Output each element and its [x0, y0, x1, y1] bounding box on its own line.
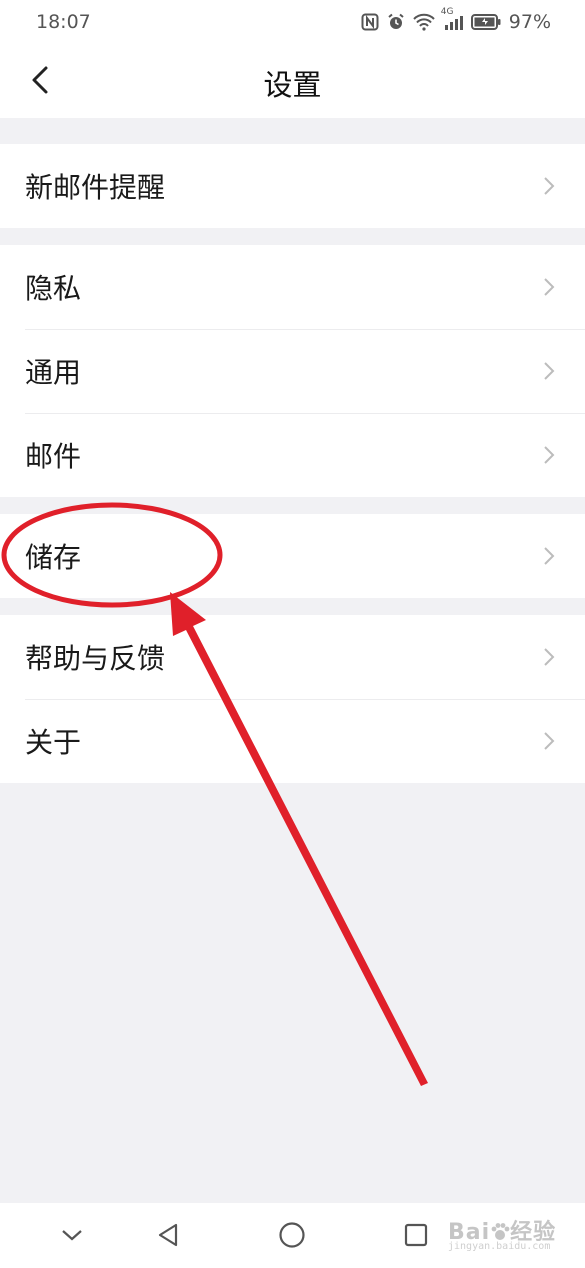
settings-group-general: 隐私 通用 邮件 — [0, 245, 585, 497]
collapse-button[interactable] — [52, 1215, 92, 1255]
settings-item-new-mail-alert[interactable]: 新邮件提醒 — [0, 144, 585, 228]
watermark-url: jingyan.baidu.com — [448, 1241, 551, 1252]
chevron-right-icon — [544, 278, 555, 296]
settings-item-label: 储存 — [25, 541, 82, 574]
status-time: 18:07 — [36, 11, 91, 33]
battery-icon — [470, 13, 501, 31]
nav-home-button[interactable] — [272, 1215, 312, 1255]
alarm-icon — [387, 13, 405, 31]
nav-back-button[interactable] — [148, 1215, 188, 1255]
settings-group-notifications: 新邮件提醒 — [0, 144, 585, 228]
chevron-right-icon — [544, 547, 555, 565]
settings-item-mail[interactable]: 邮件 — [0, 413, 585, 497]
chevron-right-icon — [544, 362, 555, 380]
settings-item-label: 通用 — [25, 356, 82, 389]
chevron-down-icon — [62, 1230, 82, 1241]
settings-item-label: 隐私 — [25, 272, 82, 305]
paw-icon — [491, 1223, 510, 1240]
settings-item-about[interactable]: 关于 — [0, 699, 585, 783]
settings-item-label: 关于 — [25, 726, 82, 759]
chevron-right-icon — [544, 732, 555, 750]
settings-item-label: 新邮件提醒 — [25, 171, 166, 204]
recents-square-icon — [404, 1223, 428, 1247]
settings-item-general[interactable]: 通用 — [0, 329, 585, 413]
settings-group-support: 帮助与反馈 关于 — [0, 615, 585, 783]
battery-percentage: 97% — [508, 11, 551, 33]
page-title: 设置 — [263, 68, 322, 102]
settings-item-help-feedback[interactable]: 帮助与反馈 — [0, 615, 585, 699]
nfc-icon — [361, 13, 379, 31]
network-type: 4G — [440, 7, 454, 17]
home-circle-icon — [279, 1222, 305, 1248]
settings-group-storage: 储存 — [0, 514, 585, 598]
status-icons: 4G 97% — [361, 7, 551, 33]
chevron-right-icon — [544, 446, 555, 464]
navigation-bar: 设置 — [0, 44, 585, 118]
settings-item-label: 邮件 — [25, 440, 82, 473]
settings-item-storage[interactable]: 储存 — [0, 514, 585, 598]
back-triangle-icon — [158, 1223, 178, 1247]
chevron-right-icon — [544, 177, 555, 195]
nav-recents-button[interactable] — [396, 1215, 436, 1255]
signal-icon: 4G — [441, 7, 463, 31]
settings-item-privacy[interactable]: 隐私 — [0, 245, 585, 329]
settings-item-label: 帮助与反馈 — [25, 642, 166, 675]
status-bar: 18:07 4G 97% — [0, 0, 585, 44]
wifi-icon — [413, 13, 435, 31]
chevron-right-icon — [544, 648, 555, 666]
